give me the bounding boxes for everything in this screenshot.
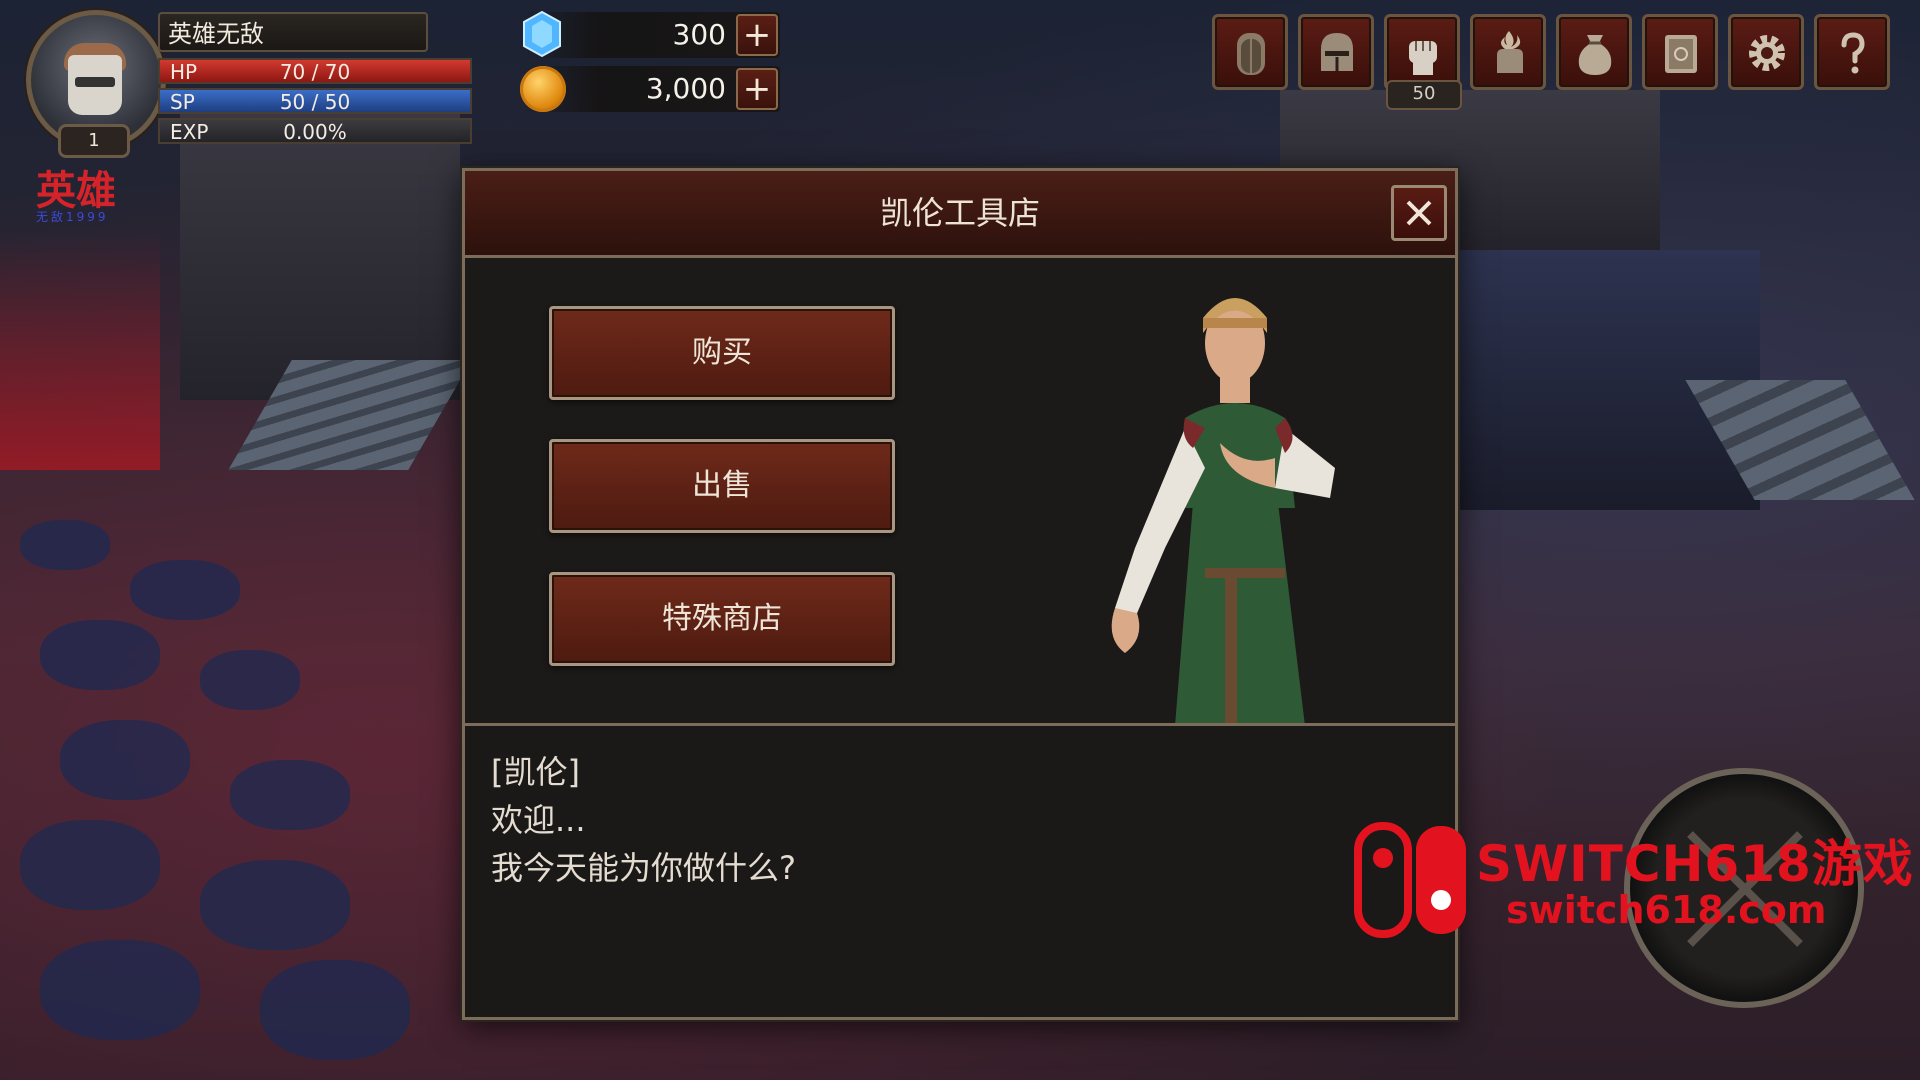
watermark-brand: SWITCH618游戏 (1476, 835, 1914, 893)
help-icon (1841, 32, 1865, 74)
hp-value: 70 / 70 (279, 60, 351, 84)
switch-logo-icon (1354, 822, 1466, 938)
special-shop-button[interactable]: 特殊商店 (549, 572, 895, 666)
helmet-icon (1321, 33, 1353, 71)
sp-value: 50 / 50 (279, 90, 351, 114)
menu-settings-button[interactable] (1728, 14, 1804, 90)
shop-dialog: 凯伦工具店 购买 出售 特殊商店 [凯伦] 欢迎... 我今天能为你做什么? (462, 168, 1458, 1020)
npc-speaker-name: [凯伦] (491, 753, 580, 791)
player-level-badge: 1 (58, 124, 130, 158)
gold-amount: 3,000 (645, 72, 726, 105)
gem-amount: 300 (672, 18, 726, 51)
dialog-header: 凯伦工具店 (465, 171, 1455, 258)
sp-bar: SP 50 / 50 (158, 88, 472, 114)
gear-icon (1749, 35, 1785, 71)
sell-button[interactable]: 出售 (549, 439, 895, 533)
hp-bar: HP 70 / 70 (158, 58, 472, 84)
npc-dialog-line-1: 欢迎... (491, 801, 586, 839)
exp-value: 0.00% (283, 120, 347, 144)
dialog-body: 购买 出售 特殊商店 (465, 258, 1455, 726)
fist-icon (1409, 41, 1437, 75)
door-icon (1237, 33, 1265, 75)
close-button[interactable] (1391, 185, 1447, 241)
menu-equipment-button[interactable] (1298, 14, 1374, 90)
watermark-url: switch618.com (1506, 888, 1827, 932)
dialog-textbox: [凯伦] 欢迎... 我今天能为你做什么? (465, 723, 1455, 1017)
menu-magic-button[interactable] (1470, 14, 1546, 90)
fire-hand-icon (1497, 31, 1523, 73)
exp-bar: EXP 0.00% (158, 118, 472, 144)
player-name: 英雄无敌 (158, 12, 428, 52)
menu-skills-button[interactable] (1384, 14, 1460, 90)
gem-icon (523, 10, 561, 58)
buy-button[interactable]: 购买 (549, 306, 895, 400)
add-gold-button[interactable]: + (736, 68, 778, 110)
book-icon (1665, 35, 1697, 73)
close-icon (1406, 200, 1432, 226)
menu-quest-button[interactable] (1642, 14, 1718, 90)
bag-icon (1578, 35, 1612, 75)
menu-help-button[interactable] (1814, 14, 1890, 90)
gold-coin-icon (520, 66, 566, 112)
dialog-title: 凯伦工具店 (879, 194, 1040, 232)
skills-points-badge: 50 (1386, 80, 1462, 110)
game-logo-subtitle: 无敌1999 (36, 210, 109, 224)
menu-inventory-button[interactable] (1556, 14, 1632, 90)
npc-dialog-line-2: 我今天能为你做什么? (491, 849, 796, 887)
add-gems-button[interactable]: + (736, 14, 778, 56)
menu-door-button[interactable] (1212, 14, 1288, 90)
npc-shopkeeper (1111, 298, 1335, 726)
